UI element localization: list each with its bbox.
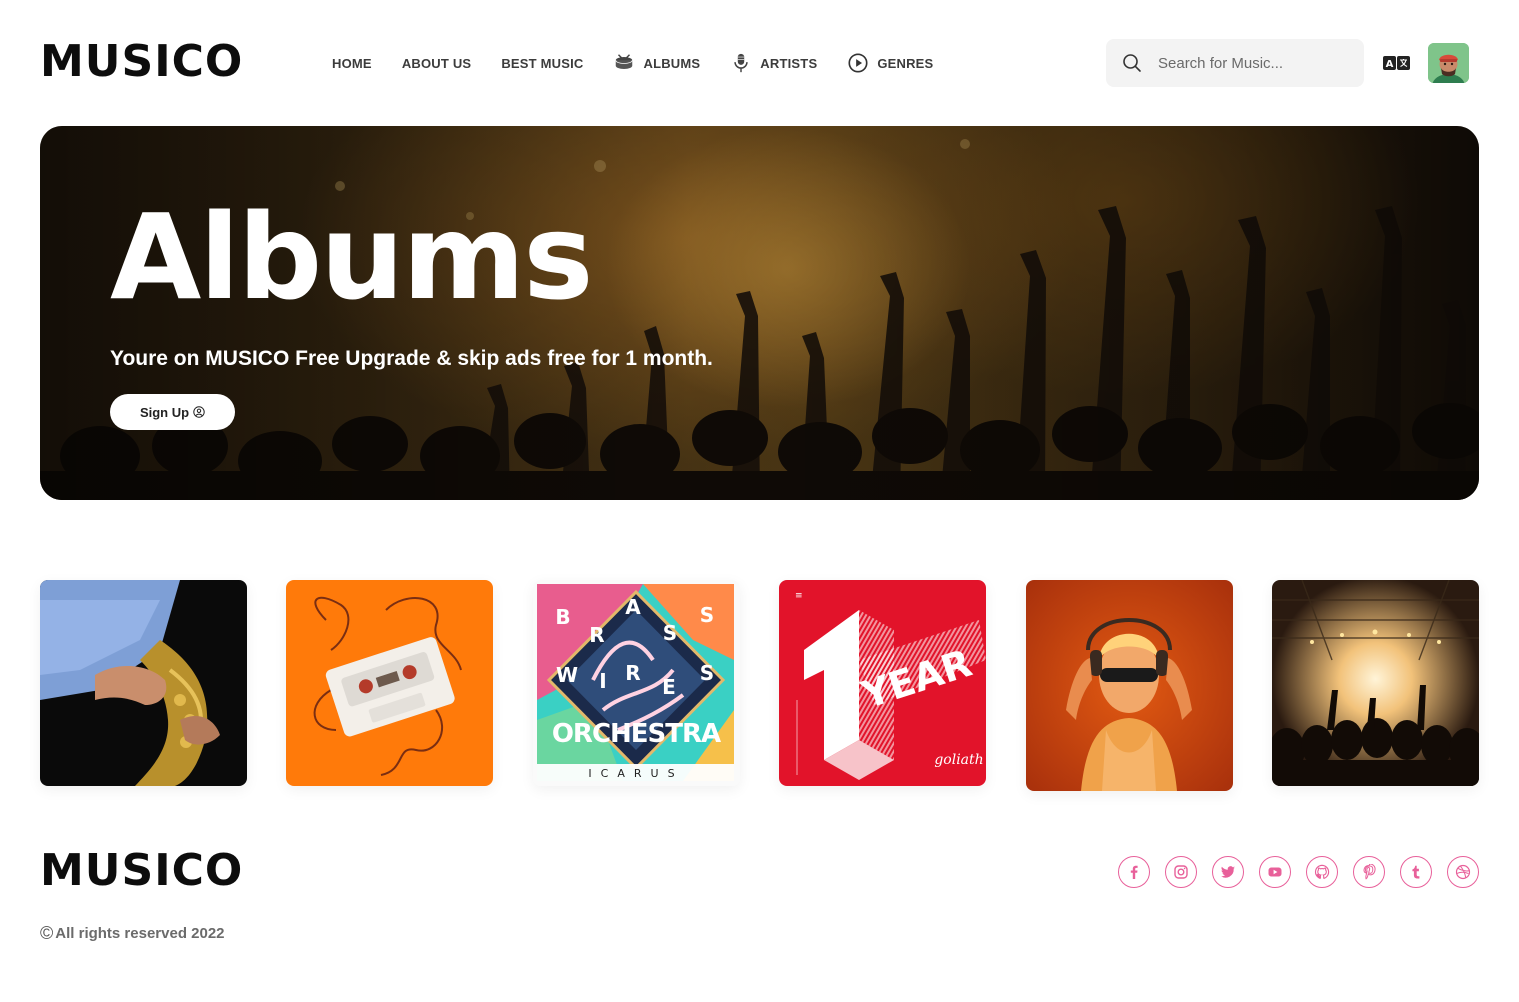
album-cover-cassette [286, 580, 493, 786]
svg-text:ICARUS: ICARUS [588, 767, 683, 780]
avatar[interactable] [1428, 43, 1469, 83]
search-bar [1106, 39, 1364, 87]
social-links [1118, 856, 1479, 888]
nav-home[interactable]: HOME [332, 56, 372, 71]
svg-text:R: R [589, 623, 604, 647]
instagram-icon [1174, 865, 1188, 879]
nav-home-label: HOME [332, 55, 372, 71]
nav-artists-label: ARTISTS [760, 55, 818, 71]
svg-text:≡: ≡ [795, 591, 803, 601]
svg-text:S: S [700, 661, 714, 685]
pinterest-link[interactable] [1353, 856, 1385, 888]
tumblr-icon [1412, 865, 1420, 879]
github-icon [1314, 864, 1330, 879]
microphone-icon [730, 52, 752, 74]
copyright: © All rights reserved 2022 [40, 923, 225, 944]
hero-subtitle: Youre on MUSICO Free Upgrade & skip ads … [110, 347, 713, 370]
svg-text:E: E [662, 675, 676, 699]
nav-artists[interactable]: ARTISTS [730, 52, 817, 74]
album-cover-saxophone [40, 580, 247, 786]
youtube-link[interactable] [1259, 856, 1291, 888]
svg-text:S: S [700, 603, 714, 627]
hero-banner: Albums Youre on MUSICO Free Upgrade & sk… [40, 126, 1479, 500]
album-card-brass-wires-orchestra[interactable]: BRASS WIRES ORCHESTRA ICARUS [533, 580, 740, 786]
nav-albums-label: ALBUMS [643, 55, 701, 71]
main-nav: HOME ABOUT US BEST MUSIC ALBUMS ARTISTS … [332, 51, 963, 75]
copyright-text: All rights reserved 2022 [55, 925, 225, 942]
dribbble-icon [1455, 864, 1471, 880]
github-link[interactable] [1306, 856, 1338, 888]
svg-text:W: W [556, 663, 578, 687]
twitter-icon [1221, 866, 1235, 878]
album-card-headphones[interactable] [1026, 580, 1233, 791]
album-cover-brass-wires: BRASS W I RES ORCHESTRA ICARUS [533, 580, 740, 786]
nav-about-us[interactable]: ABOUT US [402, 56, 472, 71]
footer-logo[interactable]: MUSICO [40, 849, 243, 893]
logo[interactable]: MUSICO [40, 40, 243, 84]
nav-best-music-label: BEST MUSIC [501, 55, 584, 71]
facebook-icon [1130, 865, 1138, 879]
facebook-link[interactable] [1118, 856, 1150, 888]
pinterest-icon [1363, 864, 1376, 880]
dribbble-link[interactable] [1447, 856, 1479, 888]
album-cover-headphones [1026, 580, 1233, 791]
search-icon[interactable] [1122, 53, 1142, 73]
svg-text:B: B [555, 605, 570, 629]
sign-up-button[interactable]: Sign Up [110, 394, 235, 430]
twitter-link[interactable] [1212, 856, 1244, 888]
user-circle-icon [193, 406, 205, 418]
album-card-concert[interactable] [1272, 580, 1479, 786]
svg-text:S: S [663, 621, 677, 645]
album-cover-concert [1272, 580, 1479, 786]
translate-icon[interactable]: A [1383, 55, 1411, 71]
svg-text:R: R [625, 661, 640, 685]
album-cover-one-year: YEAR goliath ≡ [779, 580, 986, 786]
copyright-symbol: © [40, 923, 54, 943]
svg-text:I: I [599, 669, 606, 693]
nav-best-music[interactable]: BEST MUSIC [501, 56, 583, 71]
tumblr-link[interactable] [1400, 856, 1432, 888]
drum-icon [613, 52, 635, 74]
nav-albums[interactable]: ALBUMS [613, 52, 700, 74]
album-card-one-year[interactable]: YEAR goliath ≡ [779, 580, 986, 786]
youtube-icon [1268, 867, 1282, 877]
svg-text:A: A [1386, 59, 1394, 70]
svg-text:ORCHESTRA: ORCHESTRA [552, 719, 721, 749]
page-title: Albums [110, 188, 593, 326]
nav-genres-label: GENRES [877, 55, 934, 71]
svg-text:goliath: goliath [934, 752, 983, 768]
search-input[interactable] [1158, 54, 1348, 72]
nav-genres[interactable]: GENRES [847, 52, 933, 74]
instagram-link[interactable] [1165, 856, 1197, 888]
sign-up-label: Sign Up [139, 404, 190, 420]
nav-about-label: ABOUT US [401, 55, 472, 71]
album-card-saxophone[interactable] [40, 580, 247, 786]
album-card-cassette[interactable] [286, 580, 493, 786]
svg-text:A: A [625, 595, 641, 619]
play-circle-icon [847, 52, 869, 74]
